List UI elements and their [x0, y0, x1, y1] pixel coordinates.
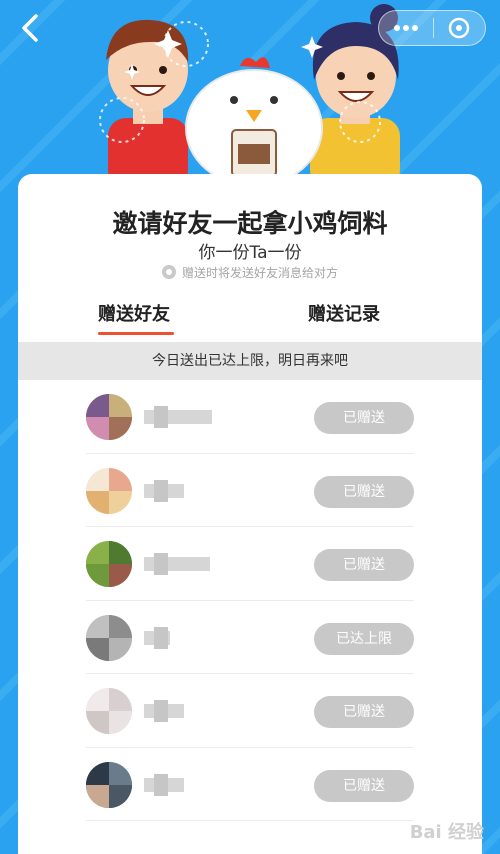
top-bar: [0, 0, 500, 56]
friend-name-blurred: [144, 479, 184, 502]
gift-status-button[interactable]: 已赠送: [314, 402, 414, 434]
close-button[interactable]: [433, 10, 485, 46]
avatar: [86, 688, 132, 734]
friend-name-blurred: [144, 700, 184, 722]
friend-row: 已赠送: [86, 748, 414, 821]
active-tab-indicator: [98, 332, 174, 335]
more-dots-icon: [393, 25, 418, 31]
gift-status-button[interactable]: 已赠送: [314, 475, 414, 508]
mini-program-capsule: [378, 10, 486, 46]
friend-row: 已赠送: [86, 454, 414, 527]
back-button[interactable]: [16, 12, 46, 44]
tab-send-records[interactable]: 赠送记录: [308, 300, 380, 326]
hint-text: 赠送时将发送好友消息给对方: [181, 266, 338, 280]
friend-row: 已达上限: [86, 601, 414, 674]
friend-name-blurred: [144, 626, 170, 649]
gift-status-button[interactable]: 已赠送: [314, 769, 414, 802]
avatar: [86, 614, 132, 661]
close-target-icon: [448, 17, 470, 39]
friend-name-blurred: [144, 553, 210, 575]
more-button[interactable]: [379, 10, 433, 46]
friend-row: 已赠送: [86, 527, 414, 601]
watermark-logo: Bai 经验: [409, 822, 484, 843]
gift-status-button[interactable]: 已赠送: [314, 549, 414, 581]
avatar: [86, 541, 132, 587]
avatar: [86, 467, 132, 514]
avatar: [86, 761, 132, 808]
page-title: 邀请好友一起拿小鸡饲料: [112, 209, 388, 238]
gift-status-button[interactable]: 已赠送: [314, 696, 414, 728]
daily-limit-notice: 今日送出已达上限，明日再来吧: [18, 342, 482, 380]
invite-card: 邀请好友一起拿小鸡饲料 你一份Ta一份 赠送时将发送好友消息给对方 赠送好友 赠…: [18, 174, 482, 854]
gift-status-button[interactable]: 已达上限: [314, 622, 414, 655]
avatar: [86, 394, 132, 440]
hint-text-row: 赠送时将发送好友消息给对方: [18, 264, 482, 281]
friend-name-blurred: [144, 406, 212, 428]
info-icon: [161, 265, 176, 279]
page-subtitle: 你一份Ta一份: [198, 243, 302, 263]
friend-row: 已赠送: [86, 674, 414, 748]
friend-list: 已赠送 已赠送 已赠送 已达上限 已赠送 已赠送: [18, 380, 482, 821]
chicken-mascot-illustration: [185, 57, 323, 187]
friend-name-blurred: [144, 773, 184, 796]
friend-row: 已赠送: [86, 380, 414, 454]
tab-send-friends[interactable]: 赠送好友: [98, 300, 170, 326]
chevron-left-icon: [22, 14, 38, 42]
